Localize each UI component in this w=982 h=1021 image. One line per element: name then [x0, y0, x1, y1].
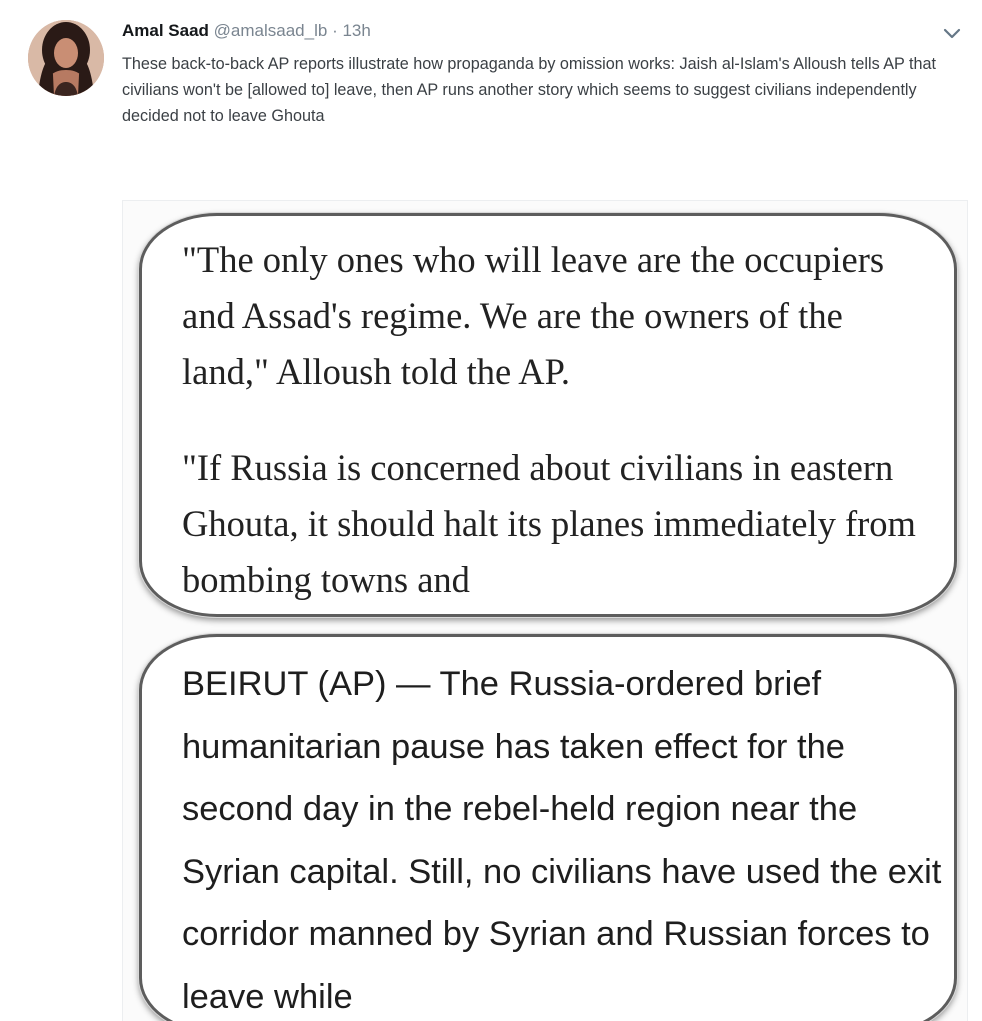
meta-separator: ·	[332, 21, 338, 40]
chevron-down-icon[interactable]	[940, 22, 964, 44]
avatar-photo	[28, 20, 104, 96]
tweet-text: These back-to-back AP reports illustrate…	[122, 55, 937, 125]
author-handle[interactable]: @amalsaad_lb	[214, 21, 328, 40]
tweet-media[interactable]: "The only ones who will leave are the oc…	[122, 200, 968, 1021]
report-paragraph-1: BEIRUT (AP) — The Russia-ordered brief h…	[182, 665, 942, 1016]
quote-paragraph-1: "The only ones who will leave are the oc…	[182, 239, 885, 392]
quote-screenshot-card: "The only ones who will leave are the oc…	[139, 213, 957, 617]
quote-paragraph-2: "If Russia is concerned about civilians …	[182, 447, 916, 600]
report-screenshot-card: BEIRUT (AP) — The Russia-ordered brief h…	[139, 634, 957, 1021]
avatar[interactable]	[28, 20, 104, 96]
tweet: Amal Saad @amalsaad_lb · 13h These back-…	[0, 0, 982, 1021]
tweet-header: Amal Saad @amalsaad_lb · 13h	[122, 20, 371, 42]
author-name[interactable]: Amal Saad	[122, 21, 209, 40]
tweet-timestamp[interactable]: 13h	[342, 21, 370, 40]
